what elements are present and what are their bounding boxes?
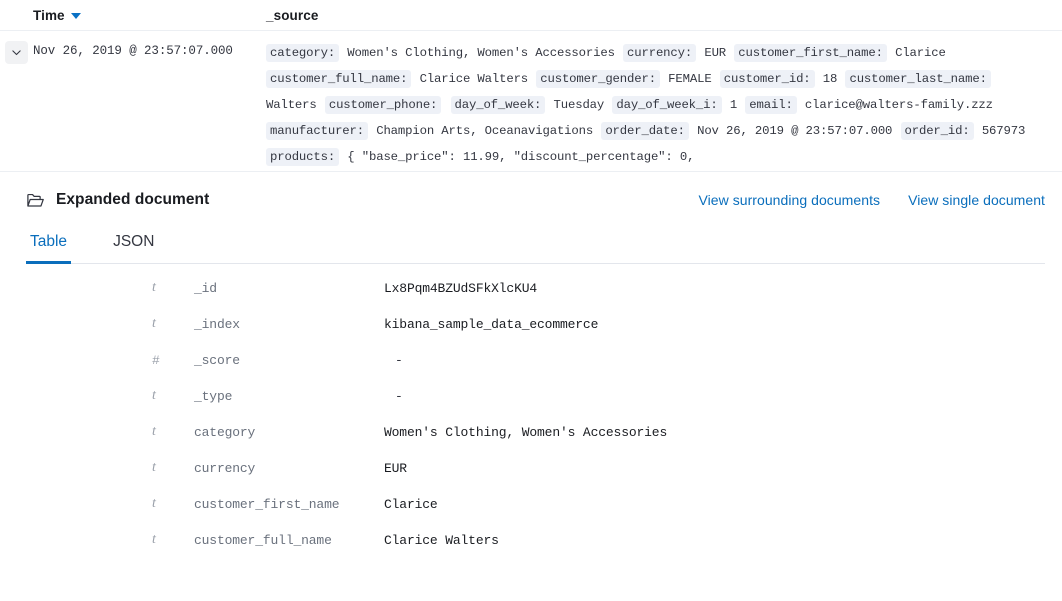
table-row: Nov 26, 2019 @ 23:57:07.000 category: Wo… (0, 31, 1062, 172)
field-row: t_idLx8Pqm4BZUdSFkXlcKU4 (26, 270, 1045, 306)
source-field-value: { "base_price": 11.99, "discount_percent… (339, 150, 695, 164)
source-field-key: email: (745, 96, 796, 114)
source-field-key: products: (266, 148, 339, 166)
source-field-value: Women's Clothing, Women's Accessories (339, 46, 623, 60)
document-fields-table: t_idLx8Pqm4BZUdSFkXlcKU4t_indexkibana_sa… (26, 270, 1045, 558)
field-value: kibana_sample_data_ecommerce (381, 306, 1045, 342)
source-field-value: FEMALE (660, 72, 720, 86)
source-field-key: customer_phone: (325, 96, 441, 114)
expanded-document-tabs: Table JSON (26, 228, 1045, 264)
view-surrounding-documents-link[interactable]: View surrounding documents (698, 192, 880, 208)
field-name: category (193, 414, 381, 450)
field-row: t_type- (26, 378, 1045, 414)
string-type-icon: t (26, 414, 193, 450)
page-title: Expanded document (56, 191, 209, 209)
field-name: _index (193, 306, 381, 342)
source-field-value (441, 98, 450, 112)
field-name: customer_first_name (193, 486, 381, 522)
chevron-down-icon (10, 46, 23, 59)
field-value: EUR (381, 450, 1045, 486)
field-name: currency (193, 450, 381, 486)
table-header-row: Time _source (0, 0, 1062, 31)
field-value: Lx8Pqm4BZUdSFkXlcKU4 (381, 270, 1045, 306)
source-field-value: Clarice Walters (411, 72, 536, 86)
field-row: tcustomer_first_nameClarice (26, 486, 1045, 522)
field-name: _id (193, 270, 381, 306)
field-name: customer_full_name (193, 522, 381, 558)
number-type-icon: # (26, 342, 193, 378)
documents-table: Time _source Nov 26, 2019 @ 23:57:07.000… (0, 0, 1062, 172)
toggle-row-details-button[interactable] (5, 41, 28, 64)
source-field-key: manufacturer: (266, 122, 368, 140)
source-field-key: order_date: (601, 122, 689, 140)
source-field-key: currency: (623, 44, 696, 62)
view-single-document-link[interactable]: View single document (908, 192, 1045, 208)
string-type-icon: t (26, 306, 193, 342)
field-row: t_indexkibana_sample_data_ecommerce (26, 306, 1045, 342)
field-value: Clarice (381, 486, 1045, 522)
source-field-key: customer_first_name: (734, 44, 887, 62)
expanded-document-section: Expanded document View surrounding docum… (0, 172, 1062, 558)
tab-table[interactable]: Table (26, 228, 71, 263)
field-row: #_score- (26, 342, 1045, 378)
source-field-key: day_of_week: (451, 96, 546, 114)
source-field-value: Tuesday (545, 98, 612, 112)
source-field-value: Clarice (887, 46, 947, 60)
source-field-value: Nov 26, 2019 @ 23:57:07.000 (689, 124, 901, 138)
source-field-value: 567973 (974, 124, 1027, 138)
source-field-key: customer_full_name: (266, 70, 411, 88)
source-field-value: Champion Arts, Oceanavigations (368, 124, 601, 138)
source-field-key: customer_last_name: (845, 70, 990, 88)
expand-cell (0, 40, 33, 64)
tab-json[interactable]: JSON (97, 228, 170, 263)
source-field-value: 1 (722, 98, 746, 112)
source-field-key: category: (266, 44, 339, 62)
row-time-value: Nov 26, 2019 @ 23:57:07.000 (33, 40, 266, 60)
field-row: tcustomer_full_nameClarice Walters (26, 522, 1045, 558)
string-type-icon: t (26, 378, 193, 414)
folder-open-icon (26, 191, 45, 210)
source-field-key: customer_gender: (536, 70, 660, 88)
field-value: - (381, 378, 1045, 414)
expanded-document-actions: View surrounding documents View single d… (698, 192, 1045, 208)
field-name: _type (193, 378, 381, 414)
source-field-value: clarice@walters-family.zzz (797, 98, 994, 112)
string-type-icon: t (26, 270, 193, 306)
expanded-document-title: Expanded document (26, 191, 209, 210)
expanded-document-header: Expanded document View surrounding docum… (26, 172, 1045, 228)
column-header-source-label: _source (266, 8, 318, 23)
field-value: Clarice Walters (381, 522, 1045, 558)
caret-down-icon[interactable] (71, 13, 81, 19)
field-value: - (381, 342, 1045, 378)
source-field-value: EUR (696, 46, 734, 60)
field-name: _score (193, 342, 381, 378)
field-value: Women's Clothing, Women's Accessories (381, 414, 1045, 450)
source-field-key: order_id: (901, 122, 974, 140)
row-source-value: category: Women's Clothing, Women's Acce… (266, 40, 1062, 170)
string-type-icon: t (26, 486, 193, 522)
source-field-key: customer_id: (720, 70, 815, 88)
source-field-value: 18 (815, 72, 846, 86)
field-row: tcurrencyEUR (26, 450, 1045, 486)
string-type-icon: t (26, 522, 193, 558)
column-header-time[interactable]: Time (0, 8, 266, 23)
column-header-source[interactable]: _source (266, 8, 318, 23)
column-header-time-label: Time (33, 8, 65, 23)
source-field-key: day_of_week_i: (612, 96, 721, 114)
string-type-icon: t (26, 450, 193, 486)
field-row: tcategoryWomen's Clothing, Women's Acces… (26, 414, 1045, 450)
